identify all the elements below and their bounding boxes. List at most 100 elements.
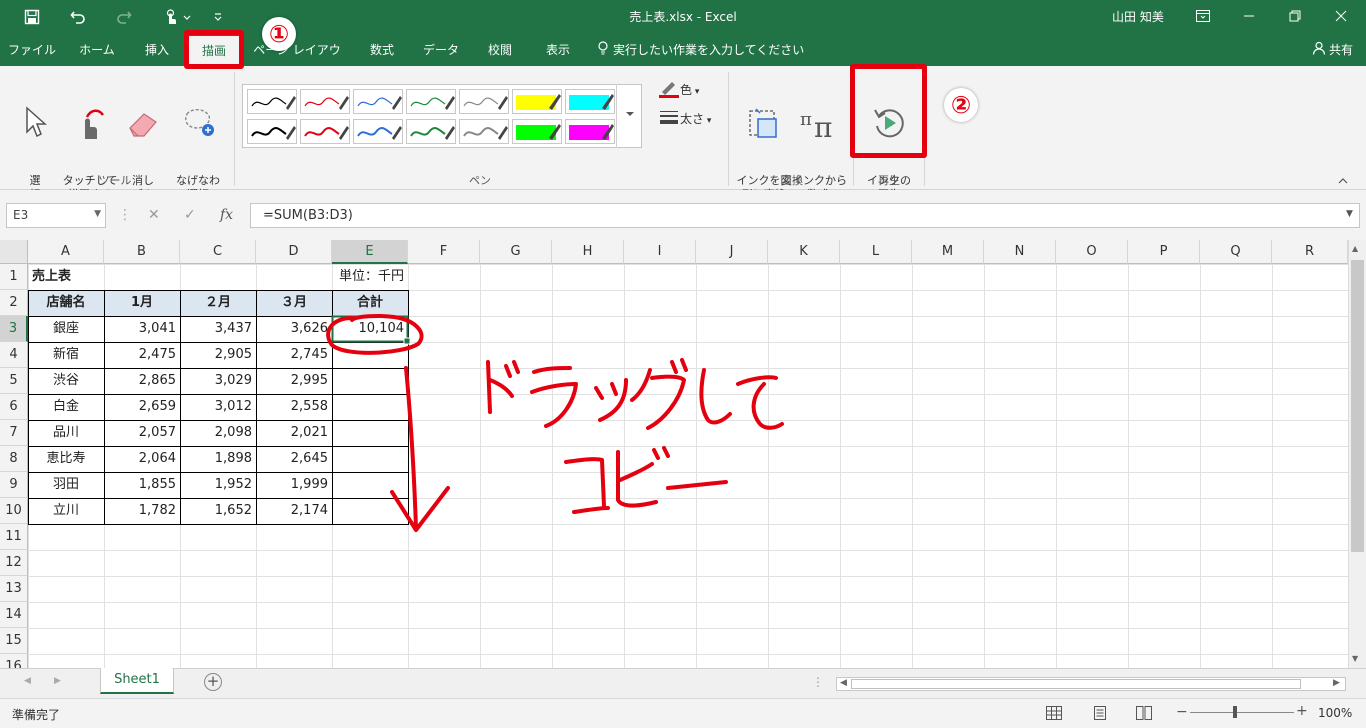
row-header[interactable]: 11 [0,524,28,550]
month1-cell[interactable]: 3,041 [105,316,179,342]
store-name-cell[interactable]: 白金 [29,394,103,420]
column-header[interactable]: R [1272,240,1348,264]
tell-me-search[interactable]: 実行したい作業を入力してください [597,34,804,66]
column-header[interactable]: J [696,240,768,264]
insert-function-icon[interactable]: fx [220,207,233,223]
worksheet-grid[interactable]: ABCDEFGHIJKLMNOPQR 1 2 3 4 5 6 7 8 9 10 11 12 13 14 15… [0,240,1366,668]
month3-cell[interactable]: 2,745 [257,342,331,368]
column-header[interactable]: P [1128,240,1200,264]
month1-cell[interactable]: 1,855 [105,472,179,498]
tab-data[interactable]: データ [418,34,464,66]
month3-cell[interactable]: 2,021 [257,420,331,446]
user-name[interactable]: 山田 知美 [1112,8,1164,25]
save-icon[interactable] [20,7,44,27]
month1-cell[interactable]: 2,659 [105,394,179,420]
row-header[interactable]: 5 [0,368,28,394]
column-header[interactable]: G [480,240,552,264]
store-name-cell[interactable]: 渋谷 [29,368,103,394]
restore-icon[interactable] [1272,0,1318,32]
table-header-cell[interactable]: 合計 [333,290,407,316]
expand-formula-icon[interactable]: ▼ [1346,209,1353,219]
tab-file[interactable]: ファイル [6,34,58,66]
row-header[interactable]: 2 [0,290,28,316]
column-header[interactable]: C [180,240,256,264]
share-button[interactable]: 共有 [1312,34,1353,66]
month1-cell[interactable]: 1,782 [105,498,179,524]
tab-view[interactable]: 表示 [536,34,580,66]
row-header[interactable]: 7 [0,420,28,446]
normal-view-icon[interactable] [1046,706,1062,723]
store-name-cell[interactable]: 品川 [29,420,103,446]
scroll-right-icon[interactable]: ▶ [1333,678,1340,688]
zoom-out-icon[interactable]: − [1176,704,1188,720]
month2-cell[interactable]: 2,098 [181,420,255,446]
month2-cell[interactable]: 2,905 [181,342,255,368]
pen-thickness-button[interactable]: 太さ ▾ [658,110,711,129]
row-header[interactable]: 1 [0,264,28,290]
row-header[interactable]: 14 [0,602,28,628]
column-header[interactable]: B [104,240,180,264]
total-cell[interactable] [333,446,407,472]
month1-cell[interactable]: 2,057 [105,420,179,446]
total-cell[interactable] [333,342,407,368]
total-cell[interactable] [333,420,407,446]
hscroll-thumb[interactable] [851,679,1301,689]
pen-swatch[interactable] [565,89,615,114]
total-cell[interactable]: 10,104 [333,316,407,342]
row-header[interactable]: 6 [0,394,28,420]
row-header[interactable]: 4 [0,342,28,368]
pen-swatch[interactable] [353,89,403,114]
row-header[interactable]: 8 [0,446,28,472]
tab-insert[interactable]: 挿入 [134,34,180,66]
column-header[interactable]: K [768,240,840,264]
column-header[interactable]: F [408,240,480,264]
pen-swatch[interactable] [565,119,615,144]
month3-cell[interactable]: 1,999 [257,472,331,498]
pen-swatch[interactable] [247,119,297,144]
pen-swatch[interactable] [406,119,456,144]
page-layout-view-icon[interactable] [1092,706,1108,723]
month1-cell[interactable]: 2,865 [105,368,179,394]
tab-review[interactable]: 校閲 [478,34,522,66]
chevron-down-icon[interactable]: ▼ [94,209,101,219]
column-header[interactable]: H [552,240,624,264]
month1-cell[interactable]: 2,064 [105,446,179,472]
month2-cell[interactable]: 1,952 [181,472,255,498]
total-cell[interactable] [333,472,407,498]
column-header[interactable]: I [624,240,696,264]
zoom-in-icon[interactable]: + [1296,703,1308,719]
formula-input[interactable]: =SUM(B3:D3) [250,203,1360,228]
tab-formulas[interactable]: 数式 [360,34,404,66]
pen-swatch[interactable] [512,119,562,144]
column-header[interactable]: Q [1200,240,1272,264]
total-cell[interactable] [333,368,407,394]
column-header[interactable]: D [256,240,332,264]
month2-cell[interactable]: 3,029 [181,368,255,394]
zoom-slider[interactable] [1190,712,1294,713]
column-header[interactable]: M [912,240,984,264]
row-header[interactable]: 15 [0,628,28,654]
month2-cell[interactable]: 1,898 [181,446,255,472]
horizontal-scrollbar[interactable]: ◀ ▶ [836,677,1346,691]
row-header[interactable]: 16 [0,654,28,668]
enter-check-icon[interactable]: ✓ [184,207,196,223]
total-cell[interactable] [333,498,407,524]
row-header[interactable]: 13 [0,576,28,602]
month3-cell[interactable]: 2,174 [257,498,331,524]
minimize-icon[interactable] [1226,0,1272,32]
tab-home[interactable]: ホーム [74,34,120,66]
pen-swatch[interactable] [353,119,403,144]
next-sheet-icon[interactable]: ▶ [54,676,61,686]
sheet-tab-sheet1[interactable]: Sheet1 [100,668,174,694]
store-name-cell[interactable]: 銀座 [29,316,103,342]
name-box[interactable]: E3 ▼ [6,203,106,228]
pen-swatch[interactable] [247,89,297,114]
cancel-icon[interactable]: ✕ [148,207,160,223]
row-header[interactable]: 9 [0,472,28,498]
table-header-cell[interactable]: ２月 [181,290,255,316]
row-header[interactable]: 12 [0,550,28,576]
column-header[interactable]: O [1056,240,1128,264]
pen-swatch[interactable] [300,89,350,114]
close-icon[interactable] [1318,0,1364,32]
month3-cell[interactable]: 3,626 [257,316,331,342]
